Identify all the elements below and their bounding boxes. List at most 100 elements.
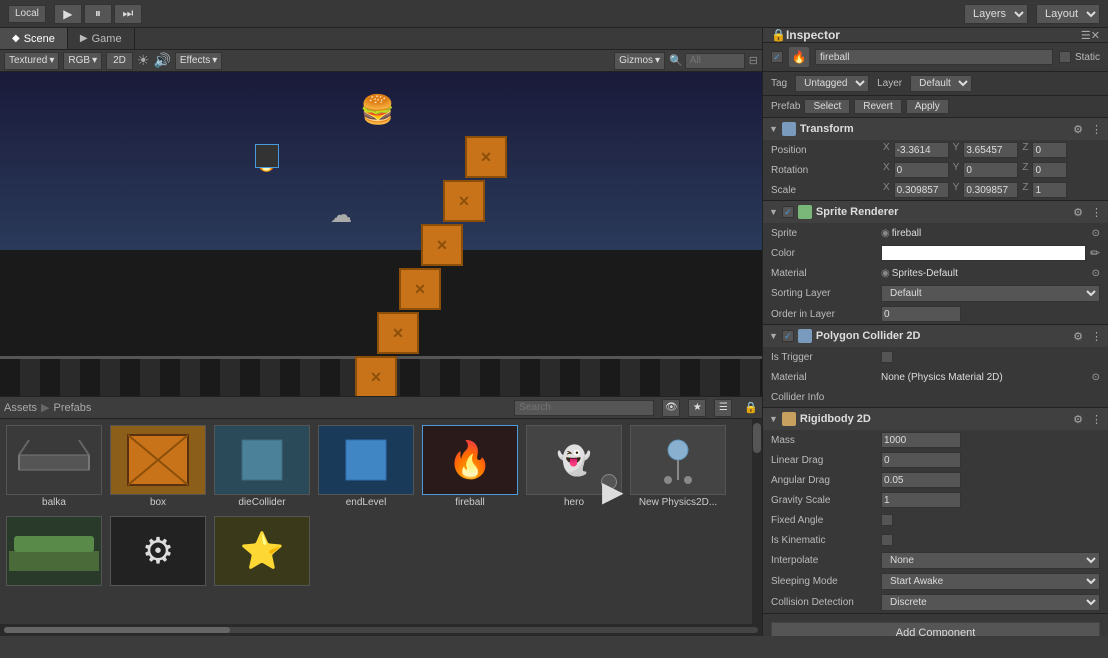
- inspector-close-icon[interactable]: ✕: [1091, 29, 1100, 42]
- asset-gear-obj[interactable]: ⚙: [108, 514, 208, 590]
- fixed-angle-checkbox[interactable]: [881, 514, 893, 526]
- pos-x-field[interactable]: [894, 142, 949, 158]
- asset-diecollider[interactable]: dieCollider: [212, 423, 312, 510]
- order-layer-field[interactable]: [881, 306, 961, 322]
- asset-newphysics[interactable]: New Physics2D...: [628, 423, 728, 510]
- layout-select[interactable]: Layout: [1036, 4, 1100, 24]
- material-pick-icon[interactable]: ⊙: [1092, 268, 1100, 279]
- sprite-pick-icon[interactable]: ⊙: [1092, 228, 1100, 239]
- sprite-renderer-header[interactable]: ▼ Sprite Renderer ⚙ ⋮: [763, 201, 1108, 223]
- scrollbar-thumb-h: [4, 627, 230, 633]
- scale-row: Scale X Y Z: [763, 180, 1108, 200]
- pos-y-field[interactable]: [963, 142, 1018, 158]
- sprite-row: Sprite ◉ fireball ⊙: [763, 223, 1108, 243]
- layer-select[interactable]: Default: [910, 75, 972, 92]
- polygon-menu-icon[interactable]: ⋮: [1091, 330, 1102, 343]
- scale-z-field[interactable]: [1032, 182, 1067, 198]
- asset-star-obj[interactable]: ⭐: [212, 514, 312, 590]
- audio-icon[interactable]: 🔊: [153, 52, 170, 69]
- sprite-renderer-icon: [798, 205, 812, 219]
- step-button[interactable]: ⏭: [114, 4, 142, 24]
- rot-x-field[interactable]: [894, 162, 949, 178]
- transform-header[interactable]: ▼ Transform ⚙ ⋮: [763, 118, 1108, 140]
- scale-y-field[interactable]: [963, 182, 1018, 198]
- scale-x-field[interactable]: [894, 182, 949, 198]
- material-row: Material ◉ Sprites-Default ⊙: [763, 263, 1108, 283]
- menu-panel-button[interactable]: ☰: [714, 399, 732, 417]
- rigidbody-settings-icon[interactable]: ⚙: [1073, 413, 1083, 426]
- apply-btn[interactable]: Apply: [906, 99, 949, 114]
- position-row: Position X Y Z: [763, 140, 1108, 160]
- gizmos-button[interactable]: Gizmos ▾: [614, 52, 665, 70]
- rigidbody-header[interactable]: ▼ Rigidbody 2D ⚙ ⋮: [763, 408, 1108, 430]
- select-btn[interactable]: Select: [804, 99, 850, 114]
- asset-fireball[interactable]: 🔥 fireball: [420, 423, 520, 510]
- sun-icon[interactable]: ☀: [137, 52, 150, 69]
- maximize-icon[interactable]: ⊟: [749, 54, 758, 67]
- mass-field[interactable]: [881, 432, 961, 448]
- selected-object[interactable]: [255, 144, 279, 168]
- collision-detection-select[interactable]: Discrete: [881, 594, 1100, 611]
- scene-tab[interactable]: ◆ Scene: [0, 28, 68, 49]
- polygon-collider-active[interactable]: [782, 330, 794, 342]
- inspector-menu-icon[interactable]: ☰: [1081, 29, 1091, 42]
- sprite-renderer-active[interactable]: [782, 206, 794, 218]
- pos-z-field[interactable]: [1032, 142, 1067, 158]
- asset-hero-label: hero: [564, 497, 584, 508]
- static-checkbox[interactable]: [1059, 51, 1071, 63]
- layers-select[interactable]: Layers: [964, 4, 1028, 24]
- sorting-layer-select[interactable]: Default: [881, 285, 1100, 302]
- color-swatch[interactable]: [881, 245, 1086, 261]
- interpolate-select[interactable]: None: [881, 552, 1100, 569]
- angular-drag-field[interactable]: [881, 472, 961, 488]
- polygon-collider-header[interactable]: ▼ Polygon Collider 2D ⚙ ⋮: [763, 325, 1108, 347]
- asset-search-input[interactable]: [514, 400, 654, 416]
- sleeping-mode-select[interactable]: Start Awake: [881, 573, 1100, 590]
- is-kinematic-checkbox[interactable]: [881, 534, 893, 546]
- object-active-checkbox[interactable]: [771, 51, 783, 63]
- effects-button[interactable]: Effects ▾: [175, 52, 222, 70]
- add-component-button[interactable]: Add Component: [771, 622, 1100, 636]
- rot-z-field[interactable]: [1032, 162, 1067, 178]
- transform-menu-icon[interactable]: ⋮: [1091, 123, 1102, 136]
- sprite-settings-icon[interactable]: ⚙: [1073, 206, 1083, 219]
- linear-drag-field[interactable]: [881, 452, 961, 468]
- asset-balka[interactable]: balka: [4, 423, 104, 510]
- rgb-button[interactable]: RGB ▾: [63, 52, 102, 70]
- local-button[interactable]: Local: [8, 5, 46, 23]
- sprite-renderer-component: ▼ Sprite Renderer ⚙ ⋮ Sprite ◉ fireball …: [763, 201, 1108, 325]
- search-area: 🔍: [669, 53, 745, 69]
- is-trigger-checkbox[interactable]: [881, 351, 893, 363]
- asset-endlevel[interactable]: endLevel: [316, 423, 416, 510]
- asset-grass[interactable]: [4, 514, 104, 590]
- collider-material-pick[interactable]: ⊙: [1092, 372, 1100, 383]
- polygon-settings-icon[interactable]: ⚙: [1073, 330, 1083, 343]
- game-tab[interactable]: ▶ Game: [68, 28, 135, 49]
- rigidbody-icon: [782, 412, 796, 426]
- tag-select[interactable]: Untagged: [795, 75, 869, 92]
- crate: [465, 136, 507, 178]
- asset-hero[interactable]: 👻 ▶ hero: [524, 423, 624, 510]
- transform-settings-icon[interactable]: ⚙: [1073, 123, 1083, 136]
- color-pick-icon[interactable]: ✏: [1090, 246, 1100, 260]
- 2d-button[interactable]: 2D: [106, 52, 133, 70]
- revert-btn[interactable]: Revert: [854, 99, 901, 114]
- textured-button[interactable]: Textured ▾: [4, 52, 59, 70]
- color-row: Color ✏: [763, 243, 1108, 263]
- asset-box[interactable]: box: [108, 423, 208, 510]
- rot-y-field[interactable]: [963, 162, 1018, 178]
- play-button[interactable]: ▶: [54, 4, 82, 24]
- pause-button[interactable]: ⏸: [84, 4, 112, 24]
- panel-lock-icon[interactable]: 🔒: [744, 401, 758, 414]
- rigidbody-menu-icon[interactable]: ⋮: [1091, 413, 1102, 426]
- vertical-scrollbar[interactable]: [752, 419, 762, 624]
- star-panel-button[interactable]: ★: [688, 399, 706, 417]
- crate: [355, 356, 397, 396]
- eye-button[interactable]: 👁: [662, 399, 680, 417]
- object-name-field[interactable]: [815, 49, 1053, 65]
- scene-search-input[interactable]: [685, 53, 745, 69]
- scrollbar-thumb: [753, 423, 761, 453]
- sprite-menu-icon[interactable]: ⋮: [1091, 206, 1102, 219]
- scrollbar-track[interactable]: [4, 627, 758, 633]
- gravity-scale-field[interactable]: [881, 492, 961, 508]
